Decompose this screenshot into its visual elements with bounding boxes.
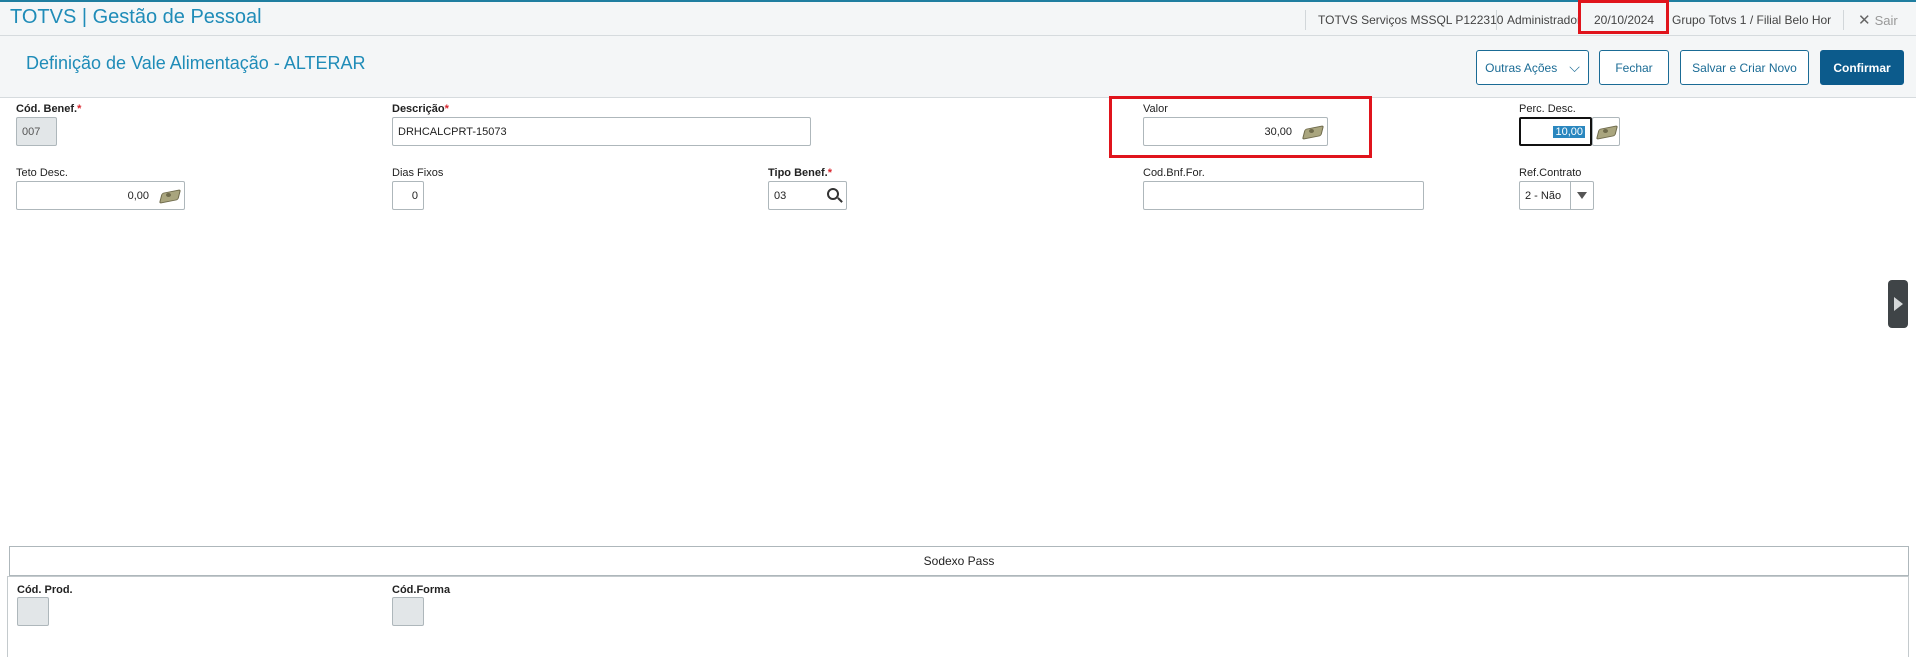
confirm-button[interactable]: Confirmar [1820,50,1904,85]
teto-desc-input[interactable]: 0,00 [16,181,185,210]
play-right-icon [1894,297,1903,311]
other-actions-button[interactable]: Outras Ações ⌵ [1476,50,1589,85]
close-button[interactable]: Fechar [1599,50,1669,85]
other-actions-label: Outras Ações [1485,60,1558,75]
top-separator [1496,10,1497,30]
top-separator [1843,10,1844,30]
highlight-box-valor [1109,96,1372,158]
perc-desc-calc-button[interactable] [1592,117,1620,146]
cod-forma-field [392,597,424,626]
app-title: TOTVS | Gestão de Pessoal [10,6,262,28]
ref-contrato-value: 2 - Não [1525,189,1562,202]
cod-bnf-for-input[interactable] [1143,181,1424,210]
dias-fixos-input[interactable]: 0 [392,181,424,210]
perc-desc-input[interactable]: 10,00 [1519,117,1592,146]
cod-benef-label: Cód. Benef.* [16,103,82,115]
top-separator [1305,10,1306,30]
perc-desc-value: 10,00 [1553,125,1585,138]
page-header: Definição de Vale Alimentação - ALTERAR … [0,36,1916,98]
sodexo-panel [7,576,1909,657]
tipo-benef-label: Tipo Benef.* [768,167,832,179]
environment-info: TOTVS Serviços MSSQL P122310 [1318,13,1504,27]
ref-contrato-label: Ref.Contrato [1519,167,1582,179]
tipo-benef-value: 03 [774,189,787,202]
cod-forma-label: Cód.Forma [392,584,451,596]
highlight-box-date [1578,0,1669,34]
cod-prod-label: Cód. Prod. [17,584,73,596]
cod-prod-field [17,597,49,626]
page-title: Definição de Vale Alimentação - ALTERAR [26,53,366,73]
perc-desc-label: Perc. Desc. [1519,103,1576,115]
exit-label: Sair [1874,13,1898,28]
money-icon[interactable] [159,189,179,203]
ref-contrato-select[interactable]: 2 - Não [1519,181,1594,210]
money-icon [1596,125,1616,139]
teto-desc-label: Teto Desc. [16,167,68,179]
dias-fixos-value: 0 [411,189,418,202]
chevron-down-icon: ⌵ [1569,59,1580,75]
tipo-benef-input[interactable]: 03 [768,181,847,210]
sodexo-panel-header: Sodexo Pass [9,546,1909,576]
dias-fixos-label: Dias Fixos [392,167,444,179]
exit-button[interactable]: ✕ Sair [1858,11,1898,29]
save-and-new-button[interactable]: Salvar e Criar Novo [1680,50,1809,85]
cod-benef-value: 007 [22,125,41,138]
side-panel-toggle[interactable] [1888,280,1908,328]
select-divider [1570,182,1571,209]
chevron-down-icon [1577,192,1587,199]
cod-benef-field: 007 [16,117,57,146]
cod-bnf-for-label: Cod.Bnf.For. [1143,167,1205,179]
user-info: Administrador [1507,13,1582,27]
teto-desc-value: 0,00 [127,189,149,202]
branch-info[interactable]: Grupo Totvs 1 / Filial Belo Hor [1672,13,1831,27]
search-icon[interactable] [827,188,839,200]
close-icon: ✕ [1858,12,1871,29]
descricao-input[interactable]: DRHCALCPRT-15073 [392,117,811,146]
descricao-label: Descrição* [392,103,449,115]
descricao-value: DRHCALCPRT-15073 [398,125,507,138]
